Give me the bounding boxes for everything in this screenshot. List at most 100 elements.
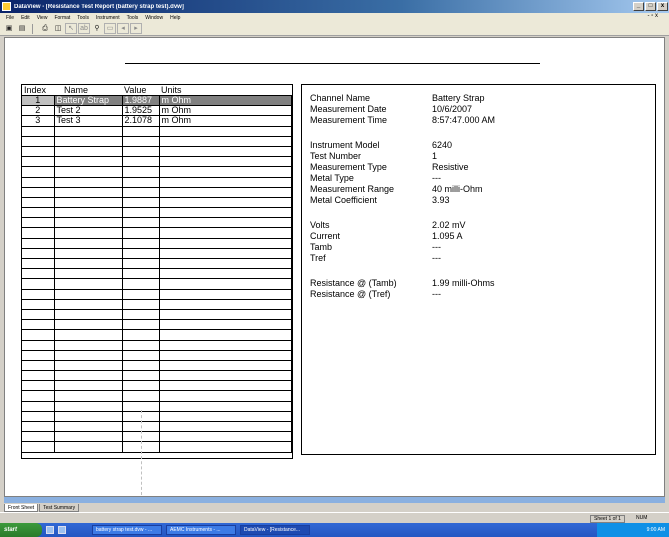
tab-front-sheet[interactable]: Front Sheet <box>4 504 39 512</box>
table-row[interactable] <box>22 340 292 351</box>
table-row[interactable] <box>22 441 292 453</box>
empty-cell[interactable] <box>22 217 55 229</box>
table-row[interactable] <box>22 187 292 198</box>
start-button[interactable]: start <box>0 523 42 537</box>
empty-cell[interactable] <box>54 441 123 453</box>
empty-cell[interactable] <box>54 431 123 443</box>
table-row[interactable] <box>22 431 292 443</box>
empty-cell[interactable] <box>54 340 123 351</box>
empty-cell[interactable] <box>122 166 160 178</box>
empty-cell[interactable] <box>54 350 123 361</box>
empty-cell[interactable] <box>122 136 160 147</box>
save-icon[interactable]: ▤ <box>16 23 28 34</box>
menu-format[interactable]: Format <box>54 15 70 21</box>
cell-units[interactable]: m Ohm <box>159 115 292 127</box>
maximize-button[interactable]: □ <box>645 2 656 11</box>
empty-cell[interactable] <box>22 248 55 260</box>
empty-cell[interactable] <box>22 289 55 300</box>
empty-cell[interactable] <box>22 166 55 178</box>
taskbar-item[interactable]: DataView - [Resistance... <box>240 525 310 535</box>
menu-view[interactable]: View <box>37 15 48 21</box>
table-row[interactable] <box>22 207 292 219</box>
empty-cell[interactable] <box>54 370 123 382</box>
cell-index[interactable]: 2 <box>22 105 55 117</box>
empty-cell[interactable] <box>22 238 55 249</box>
empty-cell[interactable] <box>22 278 55 290</box>
empty-cell[interactable] <box>54 227 123 239</box>
empty-cell[interactable] <box>54 166 123 178</box>
quick-launch-icon[interactable] <box>58 526 66 534</box>
menu-tools-2[interactable]: Tools <box>127 15 139 21</box>
table-row[interactable] <box>22 177 292 188</box>
menu-window[interactable]: Window <box>145 15 163 21</box>
empty-cell[interactable] <box>122 177 160 188</box>
empty-cell[interactable] <box>22 401 55 412</box>
table-row[interactable] <box>22 166 292 178</box>
empty-cell[interactable] <box>122 390 160 402</box>
cell-units[interactable]: m Ohm <box>159 95 292 107</box>
empty-cell[interactable] <box>22 421 55 433</box>
empty-cell[interactable] <box>159 248 292 260</box>
table-row[interactable] <box>22 329 292 341</box>
empty-cell[interactable] <box>159 299 292 310</box>
empty-cell[interactable] <box>159 319 292 331</box>
empty-cell[interactable] <box>159 431 292 443</box>
report-page[interactable]: Index Name Value Units 1 Battery Strap 1.9… <box>4 37 665 497</box>
empty-cell[interactable] <box>54 126 123 137</box>
empty-cell[interactable] <box>122 350 160 361</box>
empty-cell[interactable] <box>159 441 292 453</box>
empty-cell[interactable] <box>122 299 160 310</box>
pointer-icon[interactable]: ↖ <box>65 23 77 34</box>
cell-value[interactable]: 2.1078 <box>122 115 160 127</box>
cell-name[interactable]: Test 2 <box>54 105 123 117</box>
empty-cell[interactable] <box>22 350 55 361</box>
empty-cell[interactable] <box>122 258 160 270</box>
empty-cell[interactable] <box>54 136 123 147</box>
empty-cell[interactable] <box>159 146 292 158</box>
empty-cell[interactable] <box>159 278 292 290</box>
empty-cell[interactable] <box>159 309 292 321</box>
table-row[interactable] <box>22 390 292 402</box>
zoom-icon[interactable]: ⚲ <box>91 23 103 34</box>
column-header-index[interactable]: Index <box>22 85 54 96</box>
empty-cell[interactable] <box>22 309 55 321</box>
empty-cell[interactable] <box>54 217 123 229</box>
empty-cell[interactable] <box>22 126 55 137</box>
empty-cell[interactable] <box>22 431 55 443</box>
empty-cell[interactable] <box>159 197 292 209</box>
menu-tools[interactable]: Tools <box>77 15 89 21</box>
empty-cell[interactable] <box>54 380 123 392</box>
tab-test-summary[interactable]: Test Summary <box>39 504 80 512</box>
table-row[interactable] <box>22 278 292 290</box>
empty-cell[interactable] <box>54 146 123 158</box>
table-row[interactable] <box>22 268 292 280</box>
empty-cell[interactable] <box>122 268 160 280</box>
cell-index[interactable]: 1 <box>22 95 55 107</box>
empty-cell[interactable] <box>54 258 123 270</box>
table-row[interactable] <box>22 309 292 321</box>
page-icon[interactable]: ▭ <box>104 23 116 34</box>
empty-cell[interactable] <box>122 227 160 239</box>
empty-cell[interactable] <box>159 217 292 229</box>
empty-cell[interactable] <box>122 156 160 168</box>
menu-edit[interactable]: Edit <box>21 15 30 21</box>
empty-cell[interactable] <box>122 370 160 382</box>
empty-cell[interactable] <box>22 268 55 280</box>
table-row[interactable] <box>22 136 292 147</box>
empty-cell[interactable] <box>159 187 292 198</box>
empty-cell[interactable] <box>159 401 292 412</box>
column-header-value[interactable]: Value <box>122 85 159 96</box>
empty-cell[interactable] <box>159 360 292 372</box>
empty-cell[interactable] <box>159 390 292 402</box>
empty-cell[interactable] <box>22 319 55 331</box>
column-header-units[interactable]: Units <box>159 85 292 96</box>
cell-value[interactable]: 1.9887 <box>122 95 160 107</box>
empty-cell[interactable] <box>54 197 123 209</box>
empty-cell[interactable] <box>159 126 292 137</box>
empty-cell[interactable] <box>54 156 123 168</box>
empty-cell[interactable] <box>54 268 123 280</box>
empty-cell[interactable] <box>159 411 292 423</box>
empty-cell[interactable] <box>122 126 160 137</box>
empty-cell[interactable] <box>54 411 123 423</box>
empty-cell[interactable] <box>22 360 55 372</box>
